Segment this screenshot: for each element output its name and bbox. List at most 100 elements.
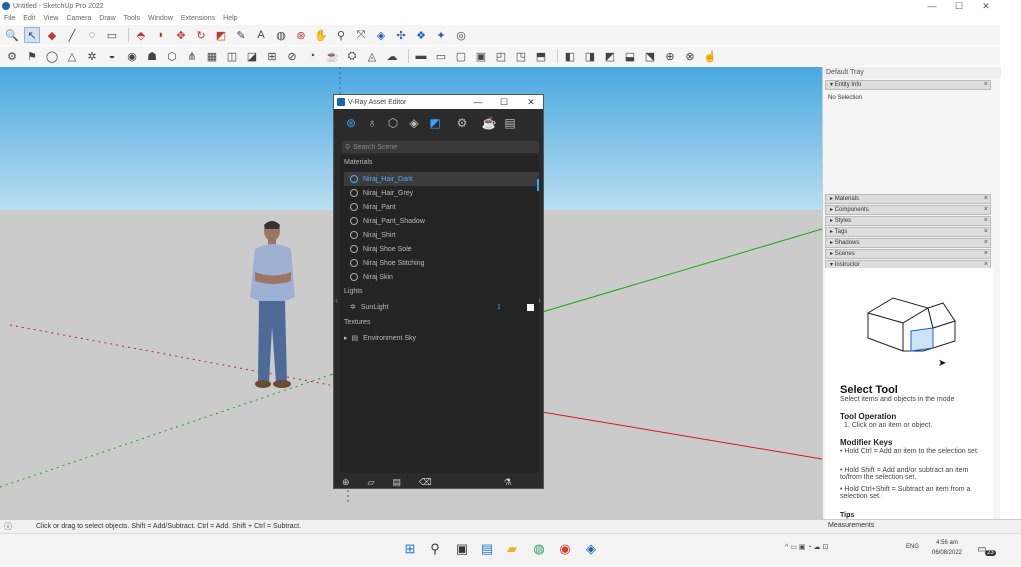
texture-item[interactable]: ▸ ▤ Environment Sky: [344, 331, 539, 345]
chrome-browser-icon[interactable]: ◉: [556, 540, 574, 558]
menu-camera[interactable]: Camera: [66, 15, 91, 22]
vray-close-button[interactable]: ✕: [524, 95, 538, 109]
scene-search-input[interactable]: ⚲ Search Scene: [342, 141, 539, 153]
menu-window[interactable]: Window: [148, 15, 173, 22]
material-item[interactable]: Niraj Skin: [344, 270, 539, 284]
menu-extensions[interactable]: Extensions: [181, 15, 215, 22]
select-tool-icon[interactable]: ↖: [24, 27, 40, 43]
panel-tags[interactable]: ▸ Tags ×: [825, 227, 991, 237]
sketchup-taskbar-icon[interactable]: ◈: [582, 540, 600, 558]
eraser-icon[interactable]: ◆: [44, 27, 60, 43]
lasso-icon[interactable]: ◌: [84, 27, 100, 43]
views-back-icon[interactable]: ▣: [473, 48, 489, 64]
search-icon[interactable]: ⚲: [426, 540, 444, 558]
style-xray-icon[interactable]: ◧: [562, 48, 578, 64]
menu-tools[interactable]: Tools: [124, 15, 140, 22]
extension-warehouse-icon[interactable]: ✣: [393, 27, 409, 43]
panel-materials[interactable]: ▸ Materials ×: [825, 194, 991, 204]
style-wireframe-icon[interactable]: ◨: [582, 48, 598, 64]
textures-tab-icon[interactable]: ◈: [405, 114, 423, 132]
purge-icon[interactable]: ⚗: [504, 477, 512, 488]
tape-measure-icon[interactable]: ✎: [233, 27, 249, 43]
extension-manager-icon[interactable]: ✦: [433, 27, 449, 43]
close-button[interactable]: ✕: [976, 0, 996, 12]
account-icon[interactable]: ◎: [453, 27, 469, 43]
geometry-tab-icon[interactable]: ⬡: [384, 114, 402, 132]
materials-section-header[interactable]: Materials: [344, 159, 372, 166]
scale-icon[interactable]: ◩: [213, 27, 229, 43]
panel-components[interactable]: ▸ Components ×: [825, 205, 991, 215]
collapse-left-arrow-icon[interactable]: ‹: [335, 295, 338, 305]
minimize-button[interactable]: —: [922, 0, 942, 12]
close-icon[interactable]: ×: [984, 81, 988, 89]
views-front-icon[interactable]: ▢: [453, 48, 469, 64]
settings-tab-icon[interactable]: ⚙: [453, 114, 471, 132]
views-right-icon[interactable]: ◳: [513, 48, 529, 64]
material-item[interactable]: Niraj_Shirt: [344, 228, 539, 242]
task-view-icon[interactable]: ▣: [453, 540, 471, 558]
close-icon[interactable]: ×: [984, 228, 988, 236]
vray-proxy-icon[interactable]: ⬡: [164, 48, 180, 64]
vray-plane-icon[interactable]: ▦: [204, 48, 220, 64]
menu-draw[interactable]: Draw: [99, 15, 115, 22]
vray-bake-icon[interactable]: ◔: [304, 48, 320, 64]
vray-minimize-button[interactable]: —: [471, 95, 485, 109]
panel-scenes[interactable]: ▸ Scenes ×: [825, 249, 991, 259]
frame-buffer-icon[interactable]: ▤: [501, 114, 519, 132]
section-plane-icon[interactable]: ▬: [413, 48, 429, 64]
zoom-window-icon[interactable]: 🔍: [4, 27, 20, 43]
style-shaded-icon[interactable]: ⬓: [622, 48, 638, 64]
add-location-icon[interactable]: ⊗: [682, 48, 698, 64]
language-indicator[interactable]: ENG: [906, 544, 919, 550]
pan-icon[interactable]: ✋: [313, 27, 329, 43]
style-monochrome-icon[interactable]: ⊕: [662, 48, 678, 64]
render-teapot-icon[interactable]: ☕: [480, 114, 498, 132]
material-item[interactable]: Niraj_Pant_Shadow: [344, 214, 539, 228]
style-textured-icon[interactable]: ⬔: [642, 48, 658, 64]
style-hidden-icon[interactable]: ◩: [602, 48, 618, 64]
start-windows-icon[interactable]: ⊞: [401, 540, 419, 558]
move-icon[interactable]: ✥: [173, 27, 189, 43]
taskbar-clock[interactable]: 4:56 am 06/08/2022: [925, 538, 969, 558]
text-tool-icon[interactable]: A: [253, 27, 269, 43]
follow-me-icon[interactable]: ◗: [153, 27, 169, 43]
vray-clipper-icon[interactable]: ◫: [224, 48, 240, 64]
vray-sun-icon[interactable]: ✲: [84, 48, 100, 64]
material-item[interactable]: Niraj_Hair_Grey: [344, 186, 539, 200]
pointer-hand-icon[interactable]: ☝: [702, 48, 718, 64]
vray-mesh-clipper-icon[interactable]: ◪: [244, 48, 260, 64]
zoom-extents-icon[interactable]: ⤧: [353, 27, 369, 43]
rotate-icon[interactable]: ↻: [193, 27, 209, 43]
line-tool-icon[interactable]: ╱: [64, 27, 80, 43]
close-icon[interactable]: ×: [984, 250, 988, 258]
layout-icon[interactable]: ❖: [413, 27, 429, 43]
light-toggle-checkbox[interactable]: [527, 303, 534, 311]
material-item[interactable]: Niraj_Hair_Dark: [344, 172, 539, 186]
menu-file[interactable]: File: [4, 15, 15, 22]
menu-view[interactable]: View: [43, 15, 58, 22]
material-item[interactable]: Niraj Shoe Sole: [344, 242, 539, 256]
close-icon[interactable]: ×: [984, 217, 988, 225]
views-left-icon[interactable]: ◰: [493, 48, 509, 64]
orbit-icon[interactable]: ⊛: [293, 27, 309, 43]
close-icon[interactable]: ×: [984, 206, 988, 214]
material-item[interactable]: Niraj_Pant: [344, 200, 539, 214]
push-pull-icon[interactable]: ⬘: [133, 27, 149, 43]
section-display-icon[interactable]: ▭: [433, 48, 449, 64]
menu-edit[interactable]: Edit: [23, 15, 35, 22]
system-tray-icons[interactable]: ^ ▭ ▣ ◔ ☁ ⊡: [785, 543, 828, 551]
save-icon[interactable]: ▤: [392, 477, 401, 488]
widgets-icon[interactable]: ▤: [478, 540, 496, 558]
vray-sphere-icon[interactable]: ◉: [124, 48, 140, 64]
close-icon[interactable]: ×: [984, 239, 988, 247]
light-item[interactable]: ✲ SunLight 1: [344, 300, 539, 314]
lights-tab-icon[interactable]: ♁: [363, 114, 381, 132]
panel-shadows[interactable]: ▸ Shadows ×: [825, 238, 991, 248]
vray-fur-icon[interactable]: ⋔: [184, 48, 200, 64]
info-icon[interactable]: ⓘ: [4, 521, 12, 532]
vray-dome-icon[interactable]: ◒: [104, 48, 120, 64]
shape-tool-icon[interactable]: ▭: [104, 27, 120, 43]
vray-asset-editor-icon[interactable]: ⚙: [4, 48, 20, 64]
vray-interactive-icon[interactable]: ◯: [44, 48, 60, 64]
vray-maximize-button[interactable]: ☐: [497, 95, 511, 109]
